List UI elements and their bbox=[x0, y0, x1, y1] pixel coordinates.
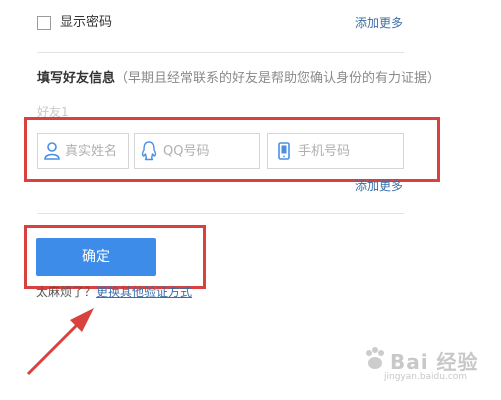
add-more-link-bottom[interactable]: 添加更多 bbox=[355, 178, 403, 194]
show-password-label[interactable]: 显示密码 bbox=[60, 15, 112, 31]
friend-section-heading: 填写好友信息 bbox=[37, 71, 116, 86]
friend-section-hint: （早期且经常联系的好友是帮助您确认身份的有力证据） bbox=[115, 71, 441, 86]
change-verification-link[interactable]: 更换其他验证方式 bbox=[96, 285, 192, 299]
annotation-arrow bbox=[26, 308, 94, 376]
alternative-verification-row: 太麻烦了？更换其他验证方式 bbox=[36, 284, 192, 300]
divider bbox=[37, 213, 404, 214]
baidu-jingyan-watermark: Bai 经验 jingyan.baidu.com bbox=[358, 340, 488, 390]
paw-logo-icon bbox=[366, 347, 384, 369]
watermark-text: Bai 经验 bbox=[390, 350, 479, 374]
add-more-link-top[interactable]: 添加更多 bbox=[355, 15, 403, 31]
divider bbox=[37, 52, 404, 53]
watermark-url: jingyan.baidu.com bbox=[384, 372, 468, 382]
too-troublesome-text: 太麻烦了？ bbox=[36, 285, 97, 299]
show-password-checkbox[interactable] bbox=[37, 16, 51, 30]
friend-section-title: 填写好友信息（早期且经常联系的好友是帮助您确认身份的有力证据） bbox=[37, 70, 440, 88]
highlight-box-inputs bbox=[24, 117, 440, 182]
highlight-box-confirm bbox=[24, 225, 206, 289]
